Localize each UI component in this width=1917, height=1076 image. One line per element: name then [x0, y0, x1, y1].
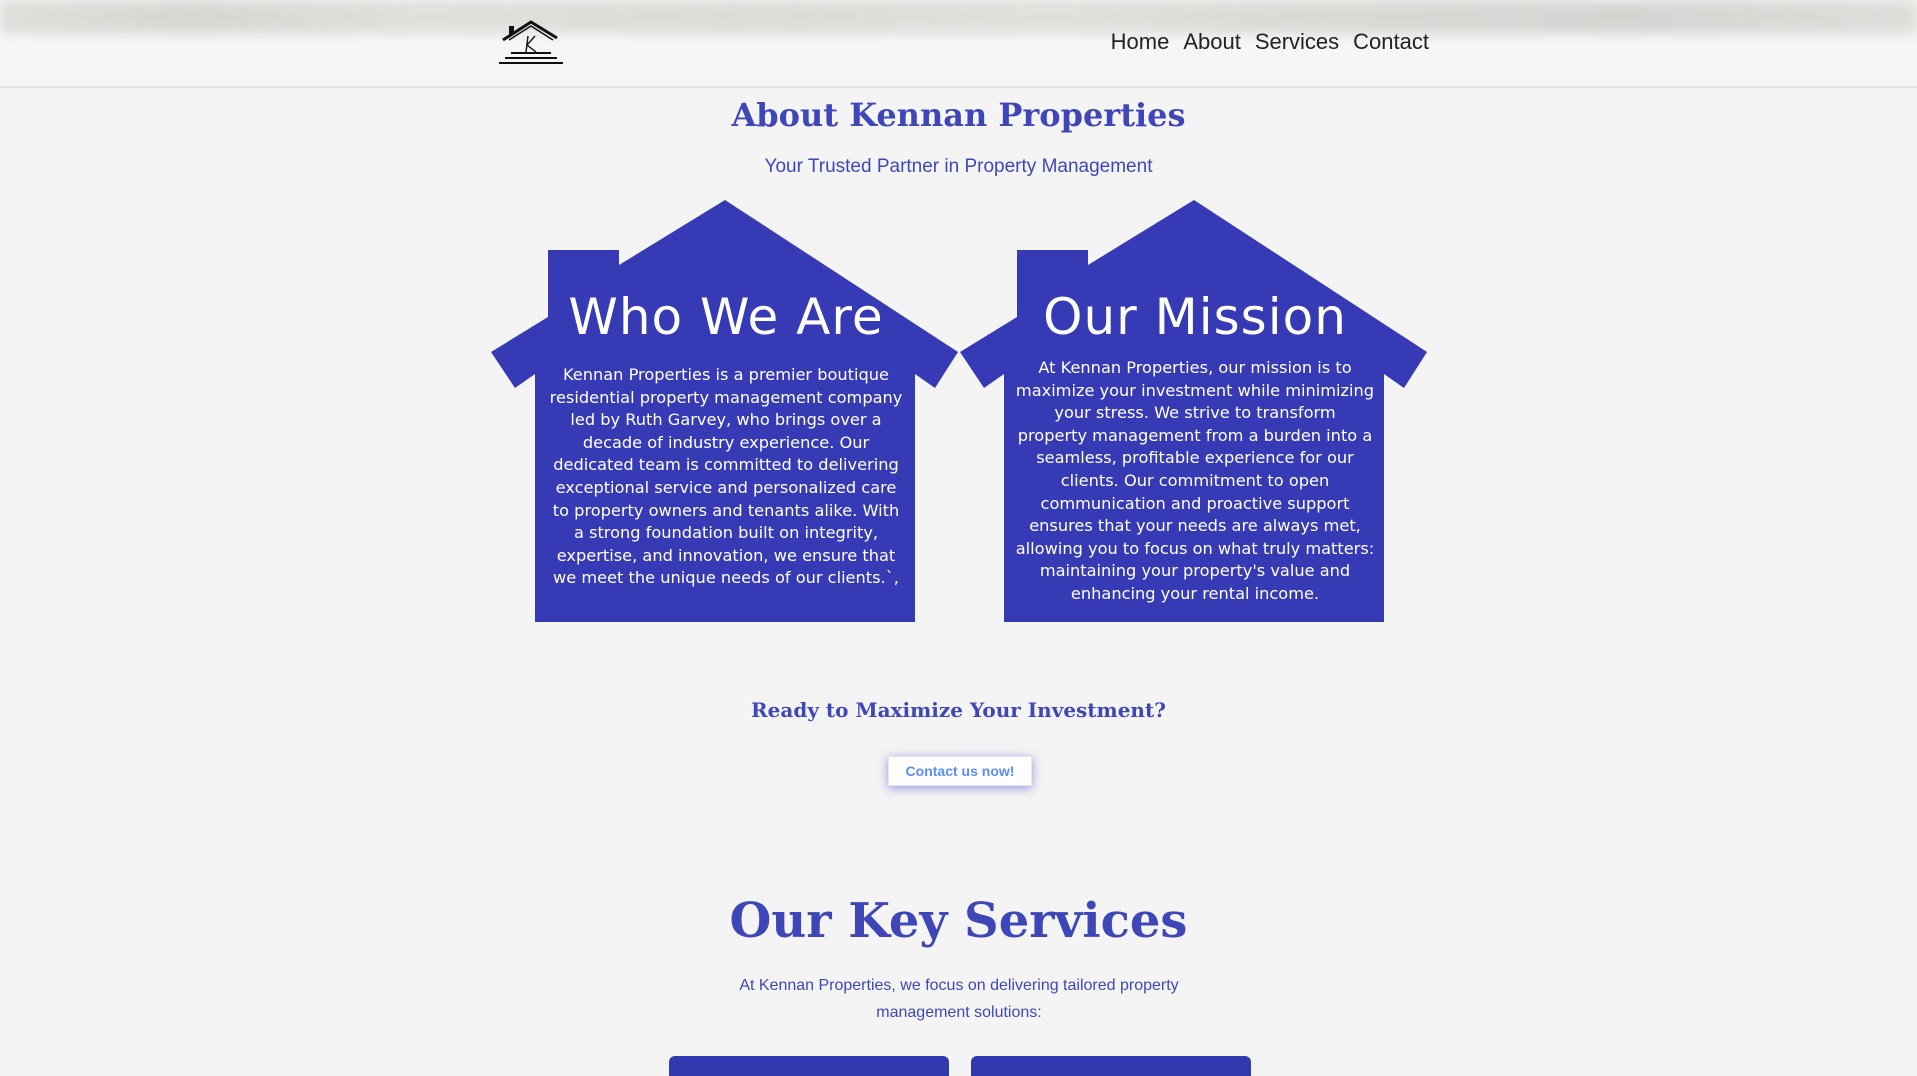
nav-contact[interactable]: Contact: [1353, 29, 1429, 55]
text-line: expertise, and innovation, we ensure tha…: [556, 545, 896, 565]
header-background: [0, 0, 1917, 34]
page: Home About Services Contact About Kennan…: [0, 0, 1917, 1076]
text-line: a strong foundation built on integrity,: [573, 523, 879, 543]
nav-home[interactable]: Home: [1111, 29, 1170, 55]
text-line: maximize your investment while minimizin…: [1015, 380, 1375, 400]
text-line: to property owners and tenants alike. Wi…: [552, 500, 900, 520]
cta-title: Ready to Maximize Your Investment?: [751, 698, 1166, 722]
about-title: About Kennan Properties: [731, 96, 1186, 134]
text-line: exceptional service and personalized car…: [555, 477, 897, 497]
text-line: residential property management company: [549, 387, 903, 407]
text-line: led by Ruth Garvey, who brings over a: [570, 410, 882, 430]
text-line: clients. Our commitment to open: [1060, 470, 1330, 490]
services-description: At Kennan Properties, we focus on delive…: [739, 977, 1179, 1021]
logo-icon[interactable]: [495, 18, 567, 68]
contact-us-button[interactable]: Contact us now!: [888, 756, 1032, 786]
text-line: dedicated team is committed to deliverin…: [553, 455, 899, 475]
service-card[interactable]: [971, 1056, 1251, 1076]
text-line: we meet the unique needs of our clients.…: [553, 568, 899, 588]
text-line: your stress. We strive to transform: [1054, 403, 1336, 423]
nav-services[interactable]: Services: [1255, 29, 1339, 55]
who-we-are-title: Who We Are: [568, 288, 884, 346]
text-line: ensures that your needs are always met,: [1029, 516, 1361, 536]
our-mission-text: At Kennan Properties, our mission is to …: [1015, 357, 1375, 606]
text-line: communication and proactive support: [1040, 493, 1350, 513]
text-line: allowing you to focus on what truly matt…: [1015, 538, 1375, 558]
nav-about[interactable]: About: [1183, 29, 1241, 55]
our-mission-title: Our Mission: [1043, 288, 1347, 346]
who-we-are-text: Kennan Properties is a premier boutique …: [546, 364, 906, 590]
text-line: property management from a burden into a: [1017, 425, 1373, 445]
site-header: Home About Services Contact: [0, 0, 1917, 88]
text-line: Kennan Properties is a premier boutique: [562, 365, 890, 384]
services-title: Our Key Services: [729, 893, 1188, 949]
text-line: maintaining your property's value and: [1039, 561, 1351, 581]
text-line: enhancing your rental income.: [1070, 583, 1320, 603]
text-line: At Kennan Properties, our mission is to: [1038, 358, 1352, 377]
main-nav: Home About Services Contact: [1111, 29, 1429, 55]
service-card[interactable]: [669, 1056, 949, 1076]
text-line: seamless, profitable experience for our: [1036, 448, 1354, 468]
about-subtitle: Your Trusted Partner in Property Managem…: [764, 156, 1153, 177]
text-line: decade of industry experience. Our: [582, 432, 870, 452]
